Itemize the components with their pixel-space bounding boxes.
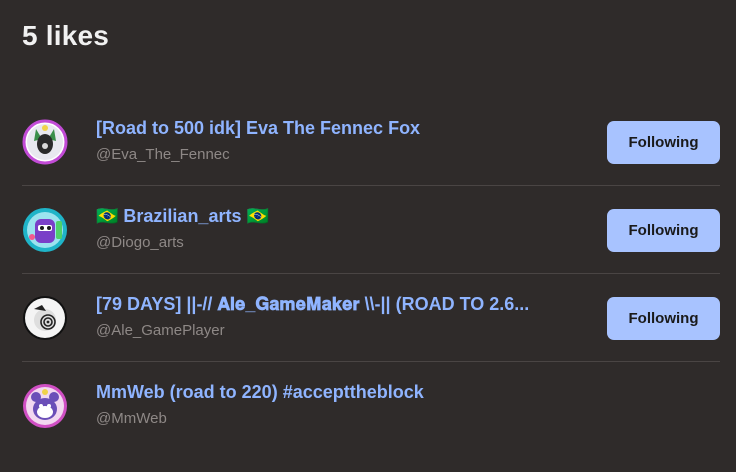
user-row: [Road to 500 idk] Eva The Fennec Fox @Ev… <box>22 98 720 186</box>
user-row: [79 DAYS] ||-// 𝐀𝐥𝐞_𝐆𝐚𝐦𝐞𝐌𝐚𝐤𝐞𝐫 \\-|| (ROA… <box>22 274 720 362</box>
spiral-avatar-icon[interactable] <box>22 295 68 341</box>
user-handle: @Ale_GamePlayer <box>96 322 225 339</box>
user-name[interactable]: 🇧🇷 Brazilian_arts 🇧🇷 <box>96 206 269 227</box>
bear-avatar-icon[interactable] <box>22 383 68 429</box>
following-button[interactable]: Following <box>607 297 720 340</box>
likes-title: 5 likes <box>22 20 110 51</box>
following-button[interactable]: Following <box>607 121 720 164</box>
user-handle: @Eva_The_Fennec <box>96 146 230 163</box>
user-row: MmWeb (road to 220) #accepttheblock @MmW… <box>22 362 720 449</box>
user-name[interactable]: [Road to 500 idk] Eva The Fennec Fox <box>96 118 420 139</box>
likes-panel: 5 likes [Road to 500 idk] Eva The Fennec… <box>0 0 736 472</box>
following-button[interactable]: Following <box>607 209 720 252</box>
user-name[interactable]: [79 DAYS] ||-// 𝐀𝐥𝐞_𝐆𝐚𝐦𝐞𝐌𝐚𝐤𝐞𝐫 \\-|| (ROA… <box>96 294 529 315</box>
user-handle: @MmWeb <box>96 410 167 427</box>
user-name[interactable]: MmWeb (road to 220) #accepttheblock <box>96 382 424 403</box>
fox-avatar-icon[interactable] <box>22 119 68 165</box>
user-row: 🇧🇷 Brazilian_arts 🇧🇷 @Diogo_arts Followi… <box>22 186 720 274</box>
user-handle: @Diogo_arts <box>96 234 184 251</box>
purple-character-avatar-icon[interactable] <box>22 207 68 253</box>
user-list: [Road to 500 idk] Eva The Fennec Fox @Ev… <box>0 98 736 449</box>
